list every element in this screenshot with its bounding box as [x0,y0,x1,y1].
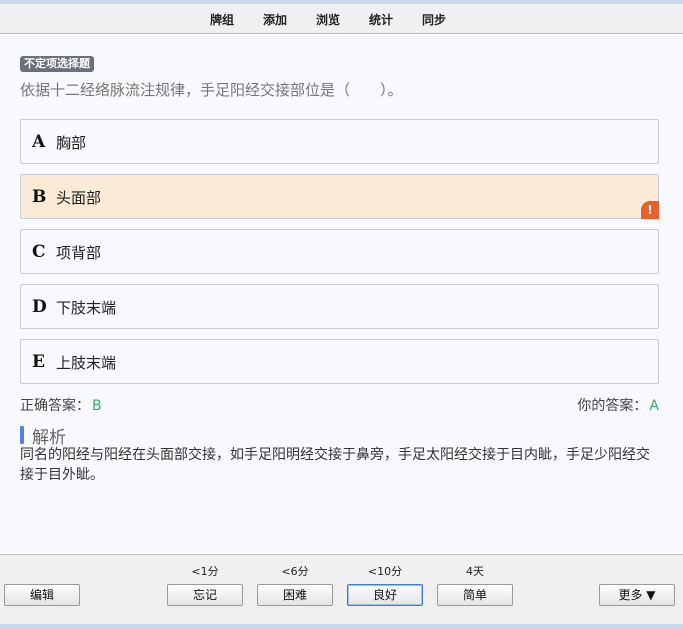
analysis-accent-bar [20,426,24,444]
window-bottom-strip [0,624,683,629]
your-answer-label: 你的答案： [577,398,648,414]
option-text: 项背部 [56,244,102,262]
easy-button[interactable]: 简单 [437,584,513,606]
option-letter: D [32,297,47,317]
more-button[interactable]: 更多 ▼ [599,584,675,606]
option-d[interactable]: D 下肢末端 [20,284,659,329]
review-bottom-bar: 编辑 <1分 <6分 <10分 4天 忘记 困难 良好 简单 更多 ▼ [0,554,683,624]
option-text: 胸部 [56,134,87,152]
good-button[interactable]: 良好 [347,584,423,606]
card-content: 不定项选择题 依据十二经络脉流注规律，手足阳经交接部位是（ ）。 A 胸部 B … [0,35,683,554]
your-answer-value: A [649,398,659,414]
correct-answer-value: B [92,398,102,414]
option-e[interactable]: E 上肢末端 [20,339,659,384]
your-answer: 你的答案： A [577,395,659,415]
question-stem: 依据十二经络脉流注规律，手足阳经交接部位是（ ）。 [20,81,403,99]
interval-easy: 4天 [466,565,484,578]
menu-bar: 牌组 添加 浏览 统计 同步 [0,4,683,34]
menu-sync[interactable]: 同步 [422,11,446,28]
interval-again: <1分 [191,565,219,578]
option-text: 下肢末端 [56,299,117,317]
edit-button[interactable]: 编辑 [4,584,80,606]
interval-hard: <6分 [281,565,309,578]
analysis-text: 同名的阳经与阳经在头面部交接，如手足阳明经交接于鼻旁，手足太阳经交接于目内眦，手… [20,447,650,483]
interval-good: <10分 [367,565,403,578]
option-letter: A [32,132,46,152]
again-button[interactable]: 忘记 [167,584,243,606]
warning-icon: ! [641,201,659,219]
option-a[interactable]: A 胸部 [20,119,659,164]
correct-answer-label: 正确答案： [20,398,90,414]
option-letter: B [32,187,47,207]
menu-browse[interactable]: 浏览 [316,11,340,28]
question-type-badge: 不定项选择题 [20,56,94,72]
menu-decks[interactable]: 牌组 [210,11,234,28]
menu-stats[interactable]: 统计 [369,11,393,28]
option-b[interactable]: B 头面部 ! [20,174,659,219]
option-c[interactable]: C 项背部 [20,229,659,274]
menu-add[interactable]: 添加 [263,11,287,28]
option-letter: E [32,352,45,372]
option-letter: C [32,242,46,262]
hard-button[interactable]: 困难 [257,584,333,606]
option-text: 上肢末端 [56,354,117,372]
correct-answer: 正确答案： B [20,395,102,415]
option-text: 头面部 [56,189,102,207]
